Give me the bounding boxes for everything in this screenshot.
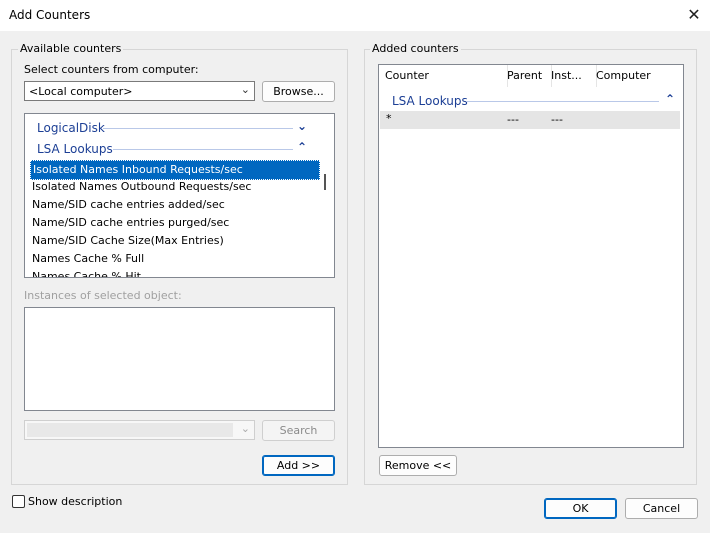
table-row[interactable]: * --- --- [380, 111, 680, 129]
category-logicaldisk[interactable]: LogicalDisk ⌄ [25, 118, 334, 139]
close-icon[interactable]: ✕ [683, 5, 705, 25]
chevron-down-icon: ⌄ [240, 422, 250, 435]
row-counter: * [386, 112, 392, 125]
counters-list[interactable]: LogicalDisk ⌄ LSA Lookups ⌃ Isolated Nam… [24, 113, 335, 278]
chevron-up-icon[interactable]: ⌃ [297, 140, 307, 154]
chevron-up-icon[interactable]: ⌃ [665, 92, 675, 106]
show-description-checkbox[interactable] [12, 495, 25, 508]
instances-label: Instances of selected object: [24, 289, 182, 302]
category-label: LSA Lookups [37, 142, 113, 156]
category-divider [466, 101, 659, 102]
counter-item[interactable]: Names Cache % Hit [30, 268, 141, 277]
added-counters-table[interactable]: Counter Parent Inst... Computer LSA Look… [378, 64, 684, 448]
category-lsa-lookups[interactable]: LSA Lookups ⌃ [25, 139, 334, 160]
show-description-label[interactable]: Show description [28, 495, 122, 508]
counter-item[interactable]: Name/SID cache entries purged/sec [30, 214, 229, 232]
column-header-computer[interactable]: Computer [590, 65, 683, 87]
instance-search-value [27, 423, 233, 437]
counter-item[interactable]: Name/SID cache entries added/sec [30, 196, 225, 214]
available-counters-legend: Available counters [18, 42, 124, 55]
add-button[interactable]: Add >> [262, 455, 335, 476]
title-bar [0, 0, 710, 31]
counter-item[interactable]: Isolated Names Outbound Requests/sec [30, 178, 251, 196]
category-divider [103, 128, 293, 129]
counter-item[interactable]: Isolated Names Inbound Requests/sec [30, 160, 320, 180]
select-computer-label: Select counters from computer: [24, 63, 199, 76]
window-title: Add Counters [9, 8, 91, 22]
computer-select[interactable]: <Local computer> ⌄ [24, 81, 255, 101]
category-label: LogicalDisk [37, 121, 105, 135]
instance-search-combo[interactable]: ⌄ [24, 420, 255, 440]
instances-list[interactable] [24, 307, 335, 411]
row-instance: --- [551, 113, 563, 126]
chevron-down-icon: ⌄ [240, 83, 250, 96]
counter-item[interactable]: Names Cache % Full [30, 250, 144, 268]
computer-select-value: <Local computer> [29, 85, 133, 98]
chevron-down-icon[interactable]: ⌄ [297, 119, 307, 133]
added-counters-legend: Added counters [370, 42, 461, 55]
column-header-counter[interactable]: Counter [379, 65, 508, 87]
browse-button[interactable]: Browse... [262, 81, 335, 102]
cancel-button[interactable]: Cancel [625, 498, 698, 519]
search-button[interactable]: Search [262, 420, 335, 441]
added-category-lsa-lookups[interactable]: LSA Lookups ⌃ [379, 91, 683, 112]
remove-button[interactable]: Remove << [379, 455, 457, 476]
ok-button[interactable]: OK [544, 498, 617, 519]
category-divider [113, 149, 293, 150]
category-label: LSA Lookups [392, 94, 468, 108]
list-scrollbar-thumb[interactable] [324, 174, 326, 190]
row-parent: --- [507, 113, 519, 126]
counter-item[interactable]: Name/SID Cache Size(Max Entries) [30, 232, 224, 250]
